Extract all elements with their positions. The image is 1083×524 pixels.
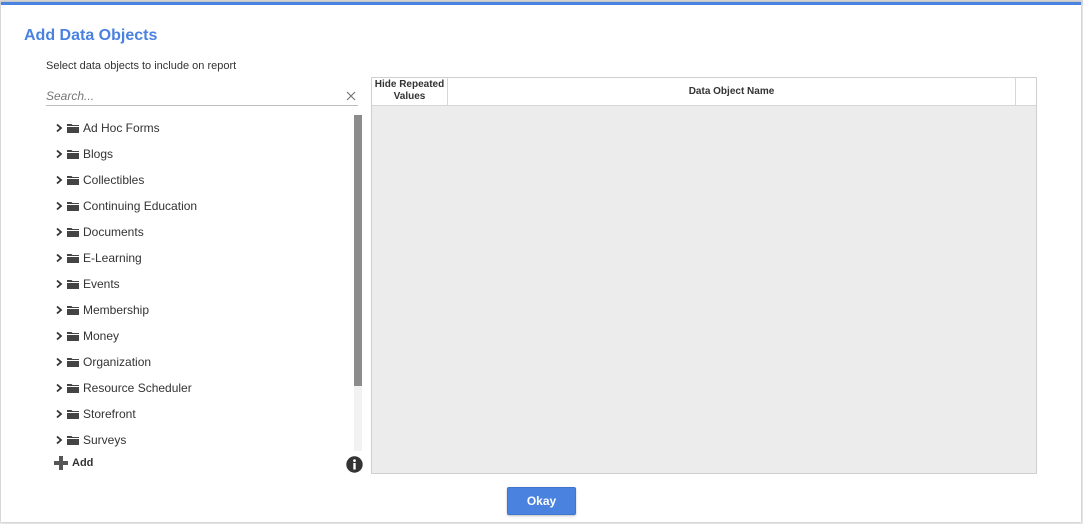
tree-item-label: Continuing Education — [83, 199, 198, 213]
tree-item-label: E-Learning — [83, 251, 142, 265]
data-object-tree: Ad Hoc Forms Blogs Collectibles Continui… — [46, 113, 356, 453]
add-data-objects-dialog: Add Data Objects Select data objects to … — [1, 2, 1081, 522]
tree-item-blogs[interactable]: Blogs — [54, 144, 113, 164]
column-header-line: Values — [393, 91, 426, 102]
tree-scrollbar[interactable] — [354, 115, 362, 451]
chevron-right-icon[interactable] — [54, 201, 64, 211]
tree-item-collectibles[interactable]: Collectibles — [54, 170, 144, 190]
folder-icon — [67, 202, 79, 211]
tree-item-surveys[interactable]: Surveys — [54, 430, 126, 450]
tree-item-label: Resource Scheduler — [83, 381, 192, 395]
search-box — [46, 87, 358, 106]
folder-icon — [67, 176, 79, 185]
okay-button[interactable]: Okay — [507, 487, 576, 515]
folder-icon — [67, 436, 79, 445]
folder-icon — [67, 254, 79, 263]
folder-icon — [67, 150, 79, 159]
chevron-right-icon[interactable] — [54, 383, 64, 393]
tree-item-label: Money — [83, 329, 120, 343]
add-button[interactable]: Add — [54, 456, 93, 470]
chevron-right-icon[interactable] — [54, 331, 64, 341]
column-hide-repeated-values[interactable]: Hide Repeated Values — [372, 78, 448, 105]
tree-item-membership[interactable]: Membership — [54, 300, 149, 320]
tree-item-label: Organization — [83, 355, 152, 369]
chevron-right-icon[interactable] — [54, 357, 64, 367]
selected-objects-grid: Hide Repeated Values Data Object Name — [371, 77, 1037, 474]
tree-item-resource-scheduler[interactable]: Resource Scheduler — [54, 378, 192, 398]
chevron-right-icon[interactable] — [54, 305, 64, 315]
scrollbar-thumb[interactable] — [354, 115, 362, 386]
tree-item-organization[interactable]: Organization — [54, 352, 151, 372]
tree-item-events[interactable]: Events — [54, 274, 120, 294]
folder-icon — [67, 358, 79, 367]
chevron-right-icon[interactable] — [54, 123, 64, 133]
plus-icon — [54, 456, 68, 470]
tree-item-label: Collectibles — [83, 173, 145, 187]
dialog-subtitle: Select data objects to include on report — [46, 60, 237, 72]
tree-item-money[interactable]: Money — [54, 326, 119, 346]
folder-icon — [67, 124, 79, 133]
dialog-title: Add Data Objects — [24, 27, 158, 44]
folder-icon — [67, 384, 79, 393]
column-data-object-name[interactable]: Data Object Name — [448, 78, 1016, 105]
column-extra — [1016, 78, 1036, 105]
chevron-right-icon[interactable] — [54, 227, 64, 237]
chevron-right-icon[interactable] — [54, 279, 64, 289]
column-header-line: Hide Repeated — [374, 79, 445, 90]
folder-icon — [67, 228, 79, 237]
tree-item-label: Blogs — [83, 147, 114, 161]
folder-icon — [67, 280, 79, 289]
tree-item-storefront[interactable]: Storefront — [54, 404, 136, 424]
chevron-right-icon[interactable] — [54, 149, 64, 159]
chevron-right-icon[interactable] — [54, 409, 64, 419]
tree-item-documents[interactable]: Documents — [54, 222, 144, 242]
tree-item-ad-hoc-forms[interactable]: Ad Hoc Forms — [54, 118, 160, 138]
info-icon[interactable] — [346, 456, 363, 473]
tree-item-e-learning[interactable]: E-Learning — [54, 248, 142, 268]
folder-icon — [67, 306, 79, 315]
chevron-right-icon[interactable] — [54, 253, 64, 263]
folder-icon — [67, 410, 79, 419]
folder-icon — [67, 332, 79, 341]
add-button-label: Add — [72, 457, 94, 469]
tree-item-label: Documents — [83, 225, 144, 239]
tree-item-label: Membership — [83, 303, 150, 317]
tree-item-label: Events — [83, 277, 120, 291]
search-input[interactable] — [46, 87, 336, 105]
chevron-right-icon[interactable] — [54, 435, 64, 445]
tree-item-label: Surveys — [83, 433, 127, 447]
tree-item-label: Ad Hoc Forms — [83, 121, 160, 135]
grid-header: Hide Repeated Values Data Object Name — [372, 78, 1036, 106]
close-icon[interactable] — [344, 89, 358, 103]
tree-item-label: Storefront — [83, 407, 136, 421]
chevron-right-icon[interactable] — [54, 175, 64, 185]
tree-item-continuing-education[interactable]: Continuing Education — [54, 196, 197, 216]
